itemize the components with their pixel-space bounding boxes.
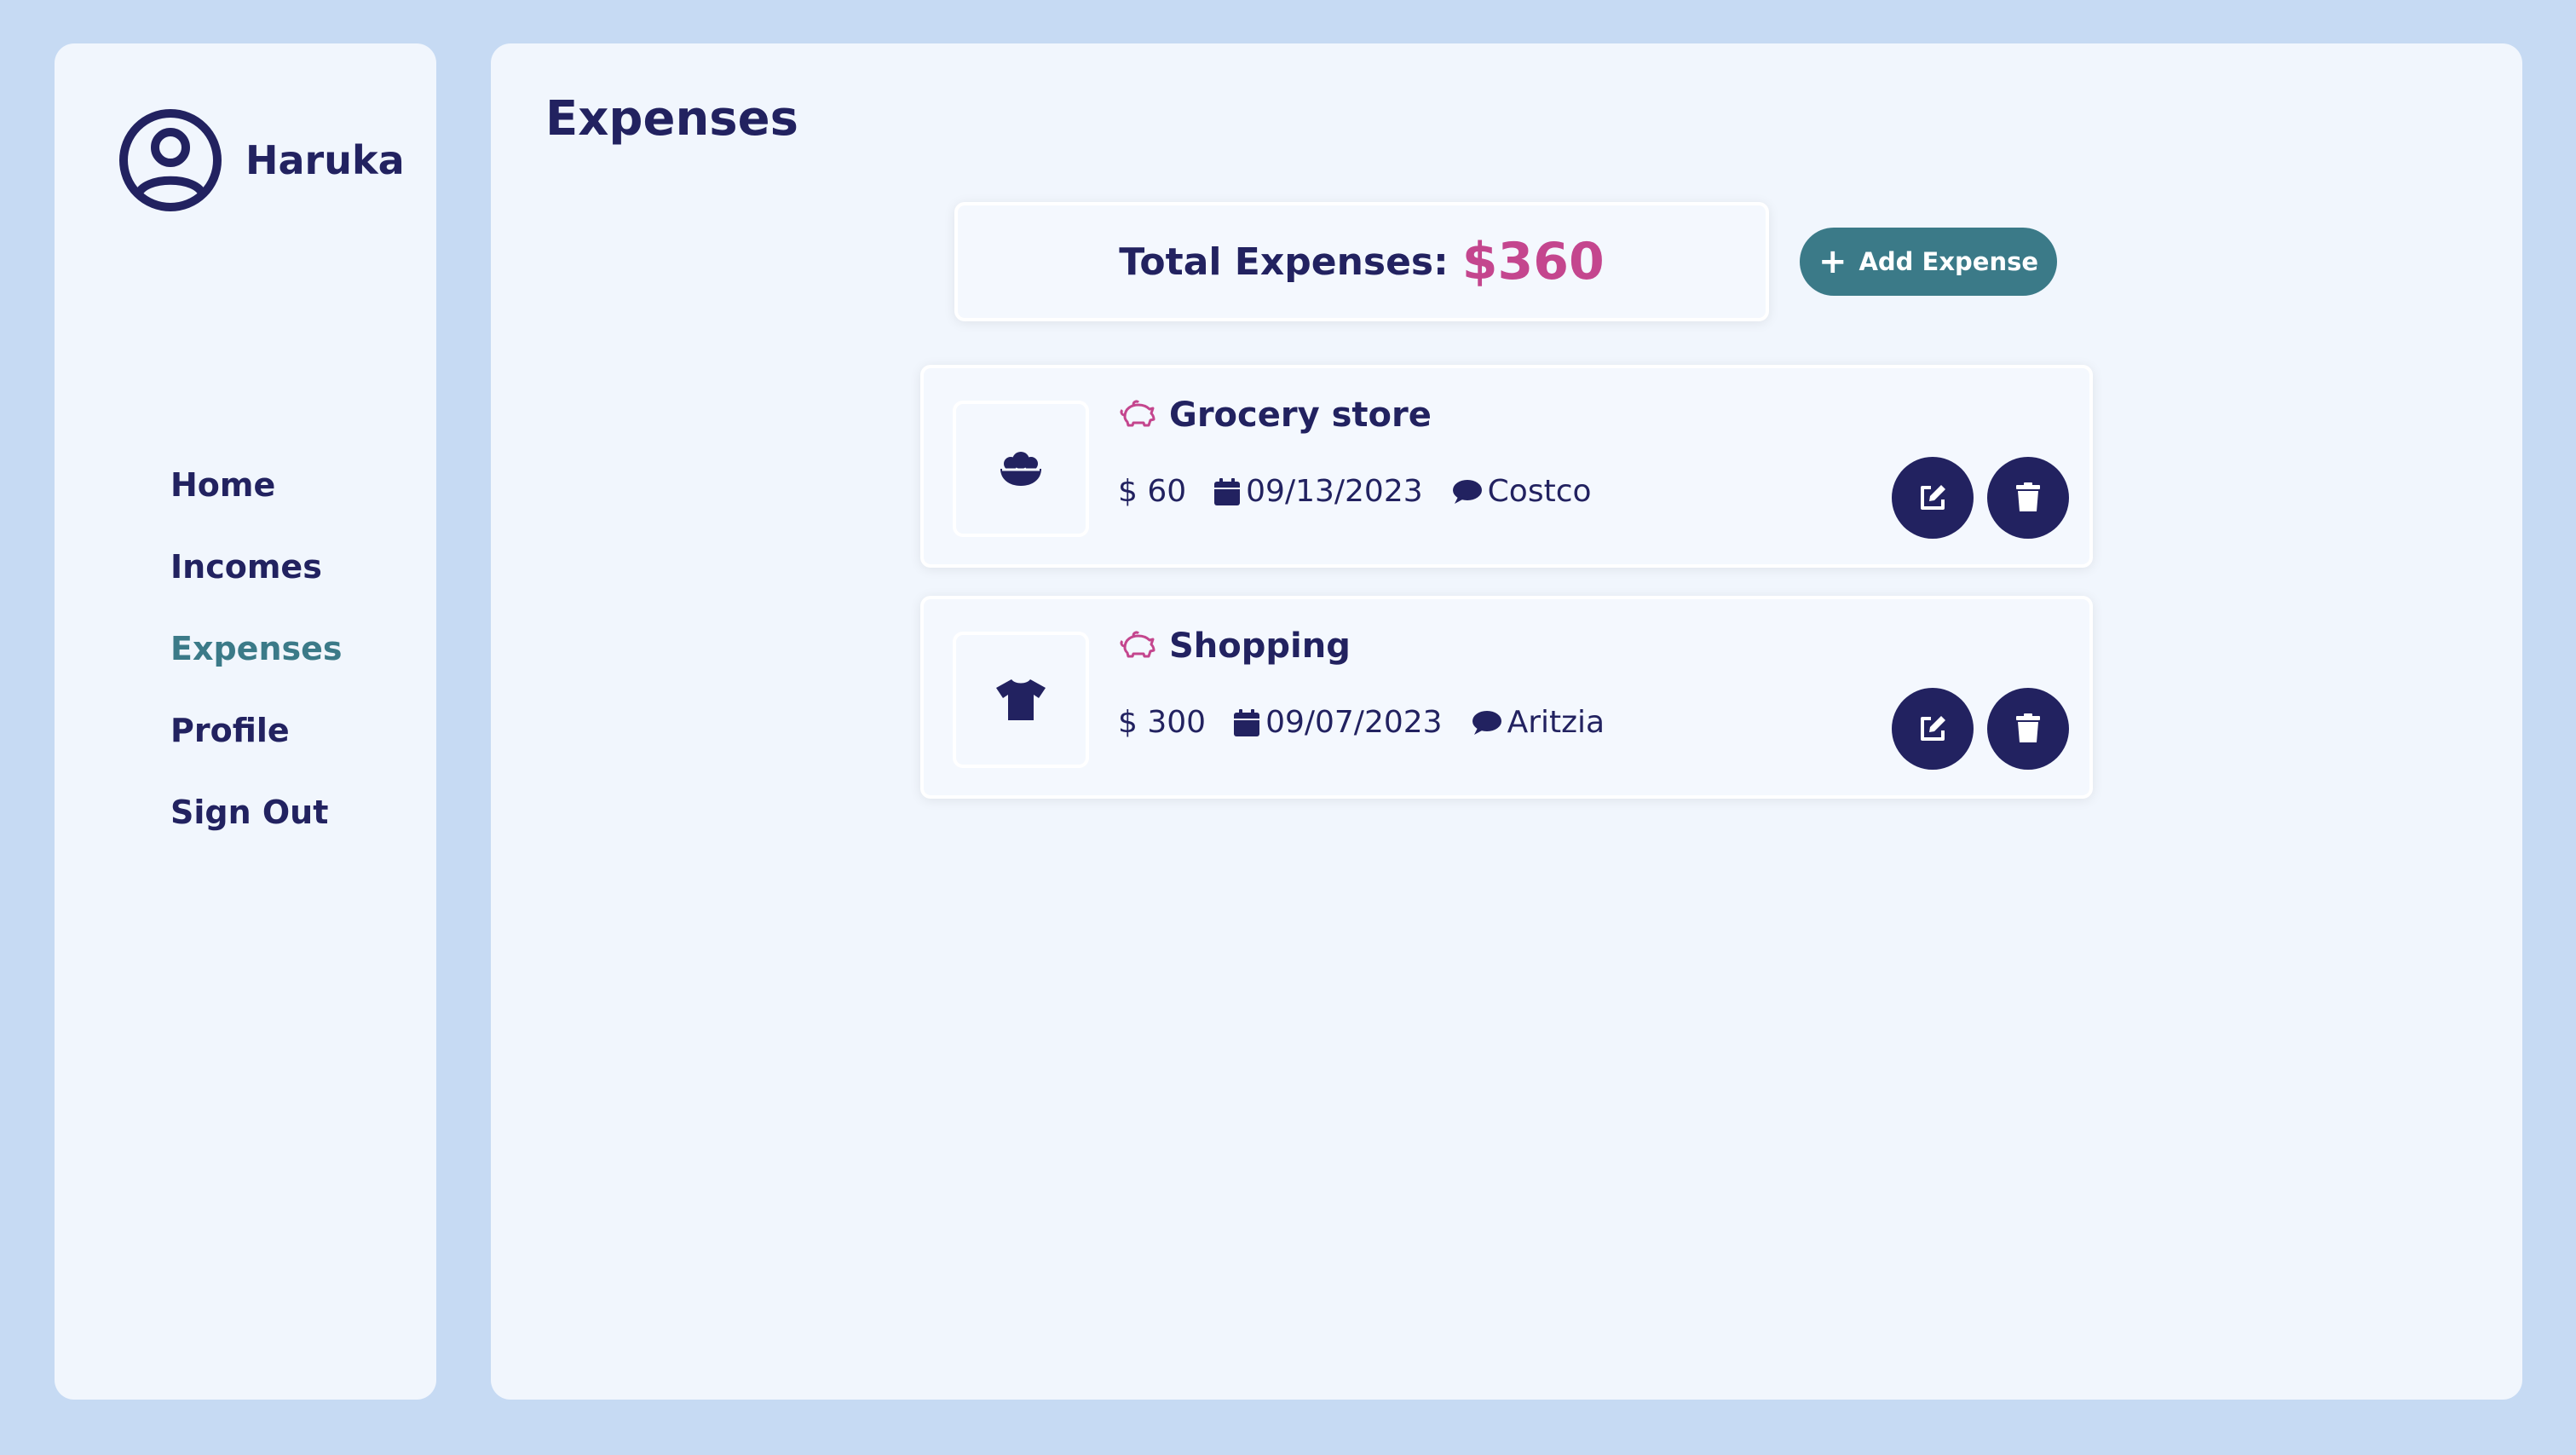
delete-expense-button[interactable] [1987, 457, 2069, 539]
expense-note-item: Costco [1450, 474, 1592, 509]
comment-icon [1472, 710, 1501, 735]
main-panel: Expenses Total Expenses: $360 + Add Expe… [491, 43, 2522, 1400]
sidebar: Haruka Home Incomes Expenses Profile Sig… [55, 43, 436, 1400]
calendar-icon [1234, 708, 1260, 736]
delete-expense-button[interactable] [1987, 688, 2069, 770]
nav-item-incomes[interactable]: Incomes [170, 543, 343, 625]
expense-title: Shopping [1169, 626, 1351, 666]
nav-item-home[interactable]: Home [170, 461, 343, 543]
page-title: Expenses [545, 91, 798, 147]
bowl-food-icon [1000, 452, 1041, 486]
expense-amount: $ 60 [1118, 474, 1187, 509]
expense-date: 09/13/2023 [1246, 474, 1423, 509]
expense-meta: $ 60 09/13/2023 Costco [1118, 474, 1619, 509]
tshirt-icon [996, 679, 1046, 720]
total-expenses-label: Total Expenses: [1119, 240, 1449, 284]
category-icon-box [953, 632, 1089, 768]
user-avatar-icon [119, 109, 222, 211]
expense-amount: $ 300 [1118, 705, 1207, 740]
plus-icon: + [1818, 242, 1847, 281]
nav-item-expenses[interactable]: Expenses [170, 625, 343, 707]
expense-meta: $ 300 09/07/2023 Aritzia [1118, 705, 1632, 740]
expense-card: Grocery store $ 60 09/13/2023 Costco [920, 365, 2093, 568]
expense-title-row: Grocery store [1118, 396, 1432, 435]
expense-note: Aritzia [1507, 705, 1605, 740]
total-expenses-box: Total Expenses: $360 [954, 202, 1769, 321]
nav-item-sign-out[interactable]: Sign Out [170, 788, 343, 870]
expense-note: Costco [1487, 474, 1592, 509]
expense-title-row: Shopping [1118, 626, 1351, 666]
nav-item-profile[interactable]: Profile [170, 707, 343, 788]
calendar-icon [1214, 477, 1241, 505]
user-name: Haruka [245, 137, 405, 183]
edit-icon [1921, 485, 1945, 510]
trash-icon [2016, 482, 2040, 511]
add-expense-button[interactable]: + Add Expense [1800, 228, 2057, 296]
expense-date: 09/07/2023 [1265, 705, 1443, 740]
expense-date-item: 09/13/2023 [1213, 474, 1423, 509]
total-expenses-value: $360 [1461, 232, 1605, 292]
add-expense-label: Add Expense [1859, 247, 2039, 276]
edit-expense-button[interactable] [1892, 457, 1974, 539]
comment-icon [1452, 479, 1482, 504]
expense-card: Shopping $ 300 09/07/2023 Aritzia [920, 596, 2093, 799]
edit-icon [1921, 716, 1945, 741]
category-icon-box [953, 401, 1089, 537]
user-profile: Haruka [118, 107, 405, 213]
piggy-bank-icon [1120, 631, 1155, 658]
expense-note-item: Aritzia [1470, 705, 1605, 740]
expense-date-item: 09/07/2023 [1233, 705, 1443, 740]
trash-icon [2016, 713, 2040, 742]
expense-title: Grocery store [1169, 396, 1432, 435]
piggy-bank-icon [1120, 400, 1155, 427]
edit-expense-button[interactable] [1892, 688, 1974, 770]
sidebar-nav: Home Incomes Expenses Profile Sign Out [170, 461, 343, 870]
